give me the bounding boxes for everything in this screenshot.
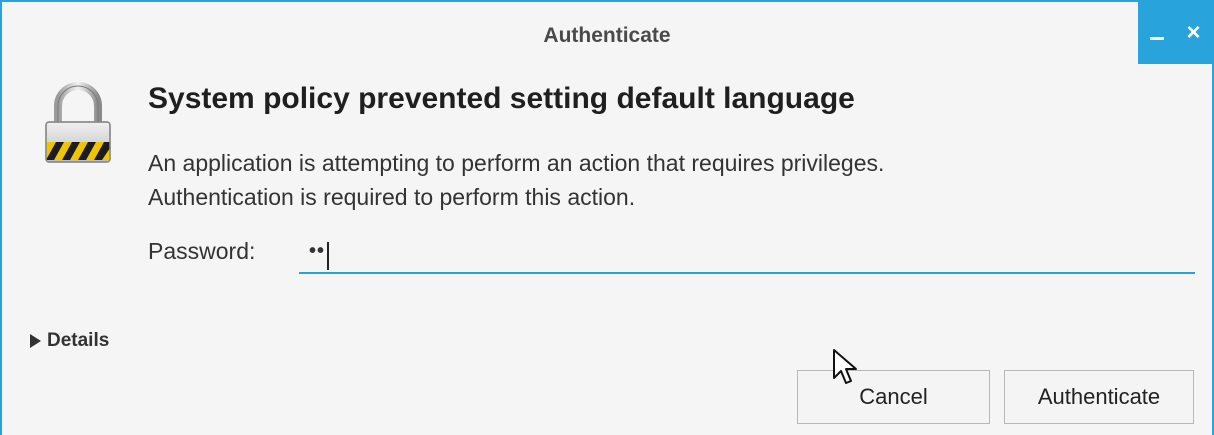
details-label: Details (47, 330, 110, 351)
minimize-icon (1149, 36, 1164, 40)
mouse-pointer-icon (833, 349, 857, 384)
authenticate-button[interactable]: Authenticate (1004, 370, 1194, 424)
close-button[interactable]: × (1175, 2, 1212, 64)
title-bar[interactable]: Authenticate × (2, 2, 1212, 64)
dialog-message: An application is attempting to perform … (148, 146, 1168, 214)
padlock-icon (45, 82, 111, 163)
close-icon: × (1186, 19, 1201, 46)
password-input[interactable]: •• (299, 230, 1195, 274)
message-line-2: Authentication is required to perform th… (148, 184, 636, 210)
dialog-heading: System policy prevented setting default … (148, 82, 855, 115)
auth-dialog-window: Authenticate × System policy prevented s… (0, 0, 1214, 435)
details-expander[interactable]: Details (30, 330, 109, 352)
password-value: •• (309, 240, 326, 262)
text-caret (327, 242, 329, 270)
triangle-right-icon (30, 334, 41, 348)
password-label: Password: (148, 238, 256, 264)
cancel-button[interactable]: Cancel (797, 370, 990, 424)
message-line-1: An application is attempting to perform … (148, 150, 885, 176)
minimize-button[interactable] (1138, 2, 1175, 64)
window-title: Authenticate (543, 24, 671, 47)
